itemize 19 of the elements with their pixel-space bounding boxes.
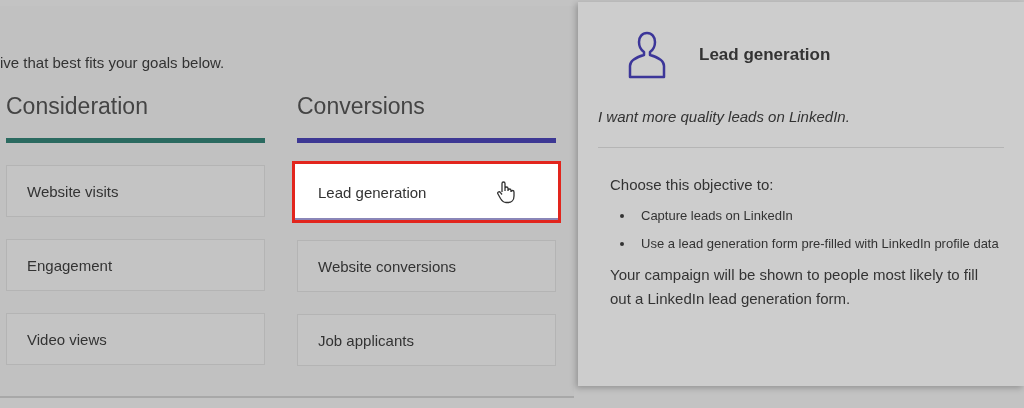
hand-cursor-icon [496, 180, 516, 204]
objective-option[interactable]: Website visits [6, 165, 265, 217]
bullet-dot [620, 242, 624, 246]
person-icon [627, 30, 667, 80]
column-heading: Conversions [297, 93, 426, 120]
bullet-item: Capture leads on LinkedIn [641, 207, 794, 225]
popover-description: Your campaign will be shown to people most likely to fill out a LinkedIn lead generation form. [609, 265, 979, 309]
objective-option[interactable]: Video views [6, 313, 265, 365]
objective-option[interactable]: Lead generation [292, 161, 561, 223]
bullet-item: Use a lead generation form pre-filled with LinkedIn profile data [641, 235, 1000, 253]
objective-option[interactable]: Engagement [6, 239, 265, 291]
objective-option[interactable]: Website conversions [297, 240, 556, 292]
popover-title: Lead generation [699, 45, 831, 65]
popover-lead-text: Choose this objective to: [609, 176, 775, 193]
popover-tagline: I want more quality leads on LinkedIn. [598, 108, 851, 125]
bullet-dot [620, 214, 624, 218]
instruction-text: ive that best fits your goals below. [0, 54, 226, 71]
column-heading: Consideration [6, 93, 149, 120]
objective-option[interactable]: Job applicants [297, 314, 556, 366]
